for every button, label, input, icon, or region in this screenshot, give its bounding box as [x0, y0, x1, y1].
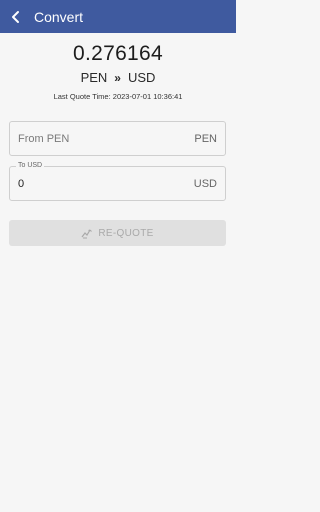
to-currency-suffix: USD [193, 178, 217, 190]
to-amount-field[interactable]: To USD 0 USD [9, 162, 226, 201]
from-amount-field[interactable]: PEN [9, 121, 226, 156]
from-currency: PEN [80, 70, 108, 85]
to-amount-label: To USD [16, 162, 45, 169]
refresh-icon [81, 227, 93, 239]
page-title: Convert [34, 8, 84, 25]
from-amount-input[interactable] [18, 133, 168, 145]
double-chevron-right-icon: » [114, 70, 121, 85]
currency-pair: PEN » USD [0, 70, 236, 85]
exchange-rate: 0.276164 [73, 42, 163, 65]
back-chevron-icon[interactable] [4, 5, 28, 29]
app-bar: Convert [0, 0, 236, 33]
to-currency: USD [127, 70, 156, 85]
from-currency-suffix: PEN [194, 133, 217, 145]
last-quote-time: Last Quote Time: 2023-07-01 10:36:41 [53, 92, 183, 101]
requote-button-label: RE-QUOTE [98, 227, 154, 239]
requote-button[interactable]: RE-QUOTE [9, 220, 226, 246]
to-amount-value: 0 [18, 178, 25, 190]
